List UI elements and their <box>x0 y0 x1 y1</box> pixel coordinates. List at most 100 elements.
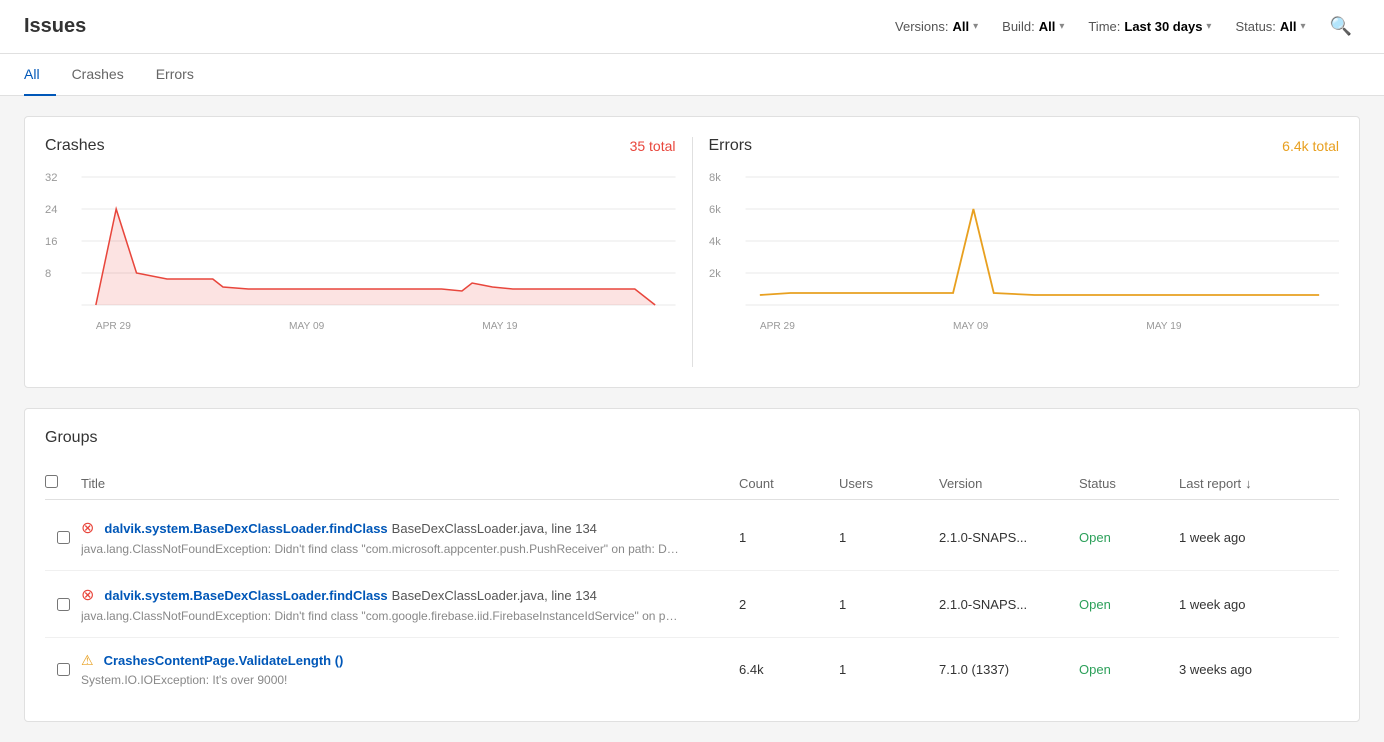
issue-name-3[interactable]: CrashesContentPage.ValidateLength () <box>104 653 344 668</box>
row-checkbox-1[interactable] <box>45 531 81 544</box>
main-content: Crashes 35 total 32 24 16 8 APR <box>0 96 1384 742</box>
issue-desc-1: java.lang.ClassNotFoundException: Didn't… <box>81 542 681 556</box>
col-last-report[interactable]: Last report ↓ <box>1179 476 1339 491</box>
crashes-chart-svg: 32 24 16 8 APR 29 MAY 09 MAY 19 <box>45 167 676 337</box>
status-1: Open <box>1079 530 1179 545</box>
warning-icon-3: ⚠ <box>81 652 94 669</box>
versions-label: Versions: <box>895 19 948 34</box>
tab-errors[interactable]: Errors <box>140 54 210 96</box>
tabs-bar: All Crashes Errors <box>0 54 1384 96</box>
count-3: 6.4k <box>739 662 839 677</box>
version-3: 7.1.0 (1337) <box>939 662 1079 677</box>
select-all-input[interactable] <box>45 475 58 488</box>
issue-cell-3: ⚠ CrashesContentPage.ValidateLength () S… <box>81 652 739 687</box>
col-count: Count <box>739 476 839 491</box>
page-title: Issues <box>24 15 86 38</box>
crashes-chart-header: Crashes 35 total <box>45 137 676 155</box>
crashes-chart-area: 32 24 16 8 APR 29 MAY 09 MAY 19 <box>45 167 676 367</box>
table-row: ⊗ dalvik.system.BaseDexClassLoader.findC… <box>45 504 1339 571</box>
row-check-input-2[interactable] <box>57 598 70 611</box>
errors-chart-svg: 8k 6k 4k 2k APR 29 MAY 09 MAY 19 <box>709 167 1340 337</box>
col-version: Version <box>939 476 1079 491</box>
issue-desc-3: System.IO.IOException: It's over 9000! <box>81 673 681 687</box>
crash-icon-1: ⊗ <box>81 518 94 538</box>
crashes-chart-panel: Crashes 35 total 32 24 16 8 APR <box>45 137 676 367</box>
groups-section: Groups Title Count Users Version Status … <box>24 408 1360 722</box>
issue-cell-2: ⊗ dalvik.system.BaseDexClassLoader.findC… <box>81 585 739 623</box>
table-row: ⊗ dalvik.system.BaseDexClassLoader.findC… <box>45 571 1339 638</box>
svg-text:2k: 2k <box>709 268 721 280</box>
time-value: Last 30 days <box>1124 19 1202 34</box>
issue-desc-2: java.lang.ClassNotFoundException: Didn't… <box>81 609 681 623</box>
svg-text:6k: 6k <box>709 204 721 216</box>
time-chevron-icon: ▾ <box>1206 21 1211 32</box>
status-3: Open <box>1079 662 1179 677</box>
charts-panel: Crashes 35 total 32 24 16 8 APR <box>24 116 1360 388</box>
build-label: Build: <box>1002 19 1035 34</box>
sort-icon: ↓ <box>1245 476 1252 491</box>
groups-title: Groups <box>45 429 1339 447</box>
svg-text:16: 16 <box>45 236 57 248</box>
col-title: Title <box>81 476 739 491</box>
versions-chevron-icon: ▾ <box>973 21 978 32</box>
issue-name-1[interactable]: dalvik.system.BaseDexClassLoader.findCla… <box>104 521 387 536</box>
lastreport-2: 1 week ago <box>1179 597 1339 612</box>
issue-title-line-3: ⚠ CrashesContentPage.ValidateLength () <box>81 652 739 669</box>
status-value: All <box>1280 19 1297 34</box>
errors-chart-title: Errors <box>709 137 753 155</box>
svg-text:MAY 19: MAY 19 <box>1146 321 1182 332</box>
errors-chart-panel: Errors 6.4k total 8k 6k 4k 2k A <box>709 137 1340 367</box>
header: Issues Versions: All ▾ Build: All ▾ Time… <box>0 0 1384 54</box>
status-2: Open <box>1079 597 1179 612</box>
errors-total: 6.4k total <box>1282 138 1339 154</box>
issue-name-2[interactable]: dalvik.system.BaseDexClassLoader.findCla… <box>104 588 387 603</box>
errors-chart-area: 8k 6k 4k 2k APR 29 MAY 09 MAY 19 <box>709 167 1340 367</box>
table-header: Title Count Users Version Status Last re… <box>45 467 1339 500</box>
svg-text:4k: 4k <box>709 236 721 248</box>
chart-divider <box>692 137 693 367</box>
errors-chart-header: Errors 6.4k total <box>709 137 1340 155</box>
search-button[interactable]: 🔍 <box>1322 12 1360 41</box>
build-dropdown[interactable]: Build: All ▾ <box>994 15 1072 38</box>
col-status: Status <box>1079 476 1179 491</box>
time-label: Time: <box>1088 19 1120 34</box>
svg-text:APR 29: APR 29 <box>96 321 131 332</box>
issue-location-2: BaseDexClassLoader.java, line 134 <box>392 588 597 603</box>
svg-text:APR 29: APR 29 <box>759 321 794 332</box>
row-checkbox-2[interactable] <box>45 598 81 611</box>
issue-title-line-1: ⊗ dalvik.system.BaseDexClassLoader.findC… <box>81 518 739 538</box>
build-chevron-icon: ▾ <box>1059 21 1064 32</box>
status-dropdown[interactable]: Status: All ▾ <box>1227 15 1313 38</box>
time-dropdown[interactable]: Time: Last 30 days ▾ <box>1080 15 1219 38</box>
count-2: 2 <box>739 597 839 612</box>
users-3: 1 <box>839 662 939 677</box>
svg-text:8k: 8k <box>709 172 721 184</box>
version-1: 2.1.0-SNAPS... <box>939 530 1079 545</box>
svg-text:8: 8 <box>45 268 51 280</box>
select-all-checkbox[interactable] <box>45 475 81 491</box>
col-users: Users <box>839 476 939 491</box>
crashes-chart-title: Crashes <box>45 137 105 155</box>
svg-text:MAY 19: MAY 19 <box>482 321 518 332</box>
status-label: Status: <box>1235 19 1275 34</box>
tab-all[interactable]: All <box>24 54 56 96</box>
row-check-input-3[interactable] <box>57 663 70 676</box>
versions-dropdown[interactable]: Versions: All ▾ <box>887 15 986 38</box>
lastreport-1: 1 week ago <box>1179 530 1339 545</box>
versions-value: All <box>953 19 970 34</box>
row-checkbox-3[interactable] <box>45 663 81 676</box>
count-1: 1 <box>739 530 839 545</box>
row-check-input-1[interactable] <box>57 531 70 544</box>
users-1: 1 <box>839 530 939 545</box>
build-value: All <box>1039 19 1056 34</box>
version-2: 2.1.0-SNAPS... <box>939 597 1079 612</box>
tab-crashes[interactable]: Crashes <box>56 54 140 96</box>
svg-text:24: 24 <box>45 204 57 216</box>
lastreport-3: 3 weeks ago <box>1179 662 1339 677</box>
issue-location-1: BaseDexClassLoader.java, line 134 <box>392 521 597 536</box>
users-2: 1 <box>839 597 939 612</box>
svg-text:MAY 09: MAY 09 <box>953 321 989 332</box>
svg-text:MAY 09: MAY 09 <box>289 321 325 332</box>
crash-icon-2: ⊗ <box>81 585 94 605</box>
crashes-total: 35 total <box>630 138 676 154</box>
